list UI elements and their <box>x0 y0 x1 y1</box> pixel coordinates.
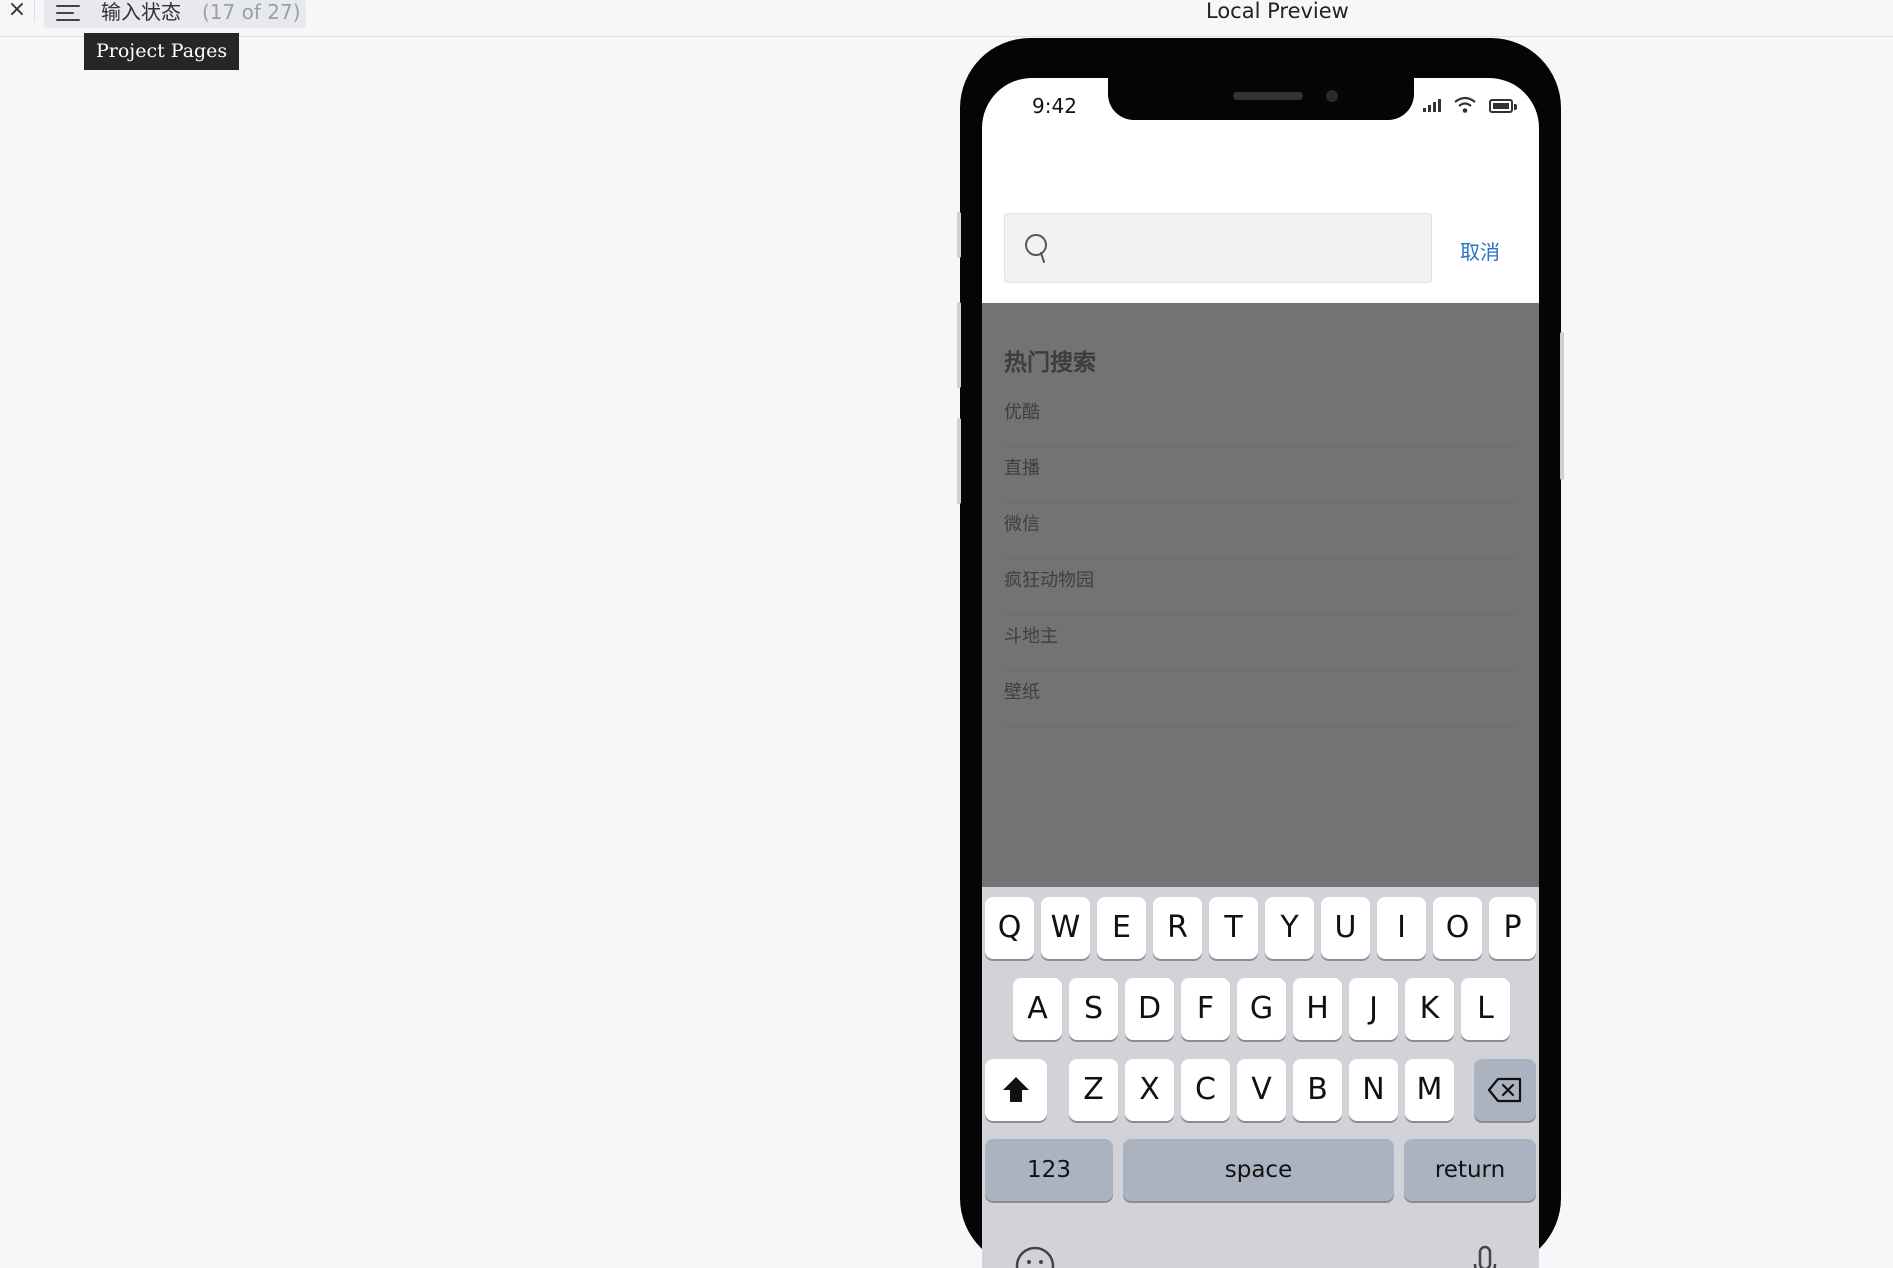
key-s[interactable]: S <box>1069 978 1118 1040</box>
key-g[interactable]: G <box>1237 978 1286 1040</box>
key-v[interactable]: V <box>1237 1059 1286 1121</box>
key-f[interactable]: F <box>1181 978 1230 1040</box>
key-b[interactable]: B <box>1293 1059 1342 1121</box>
mute-switch <box>957 212 961 258</box>
key-p[interactable]: P <box>1489 897 1536 959</box>
key-n[interactable]: N <box>1349 1059 1398 1121</box>
cancel-button[interactable]: 取消 <box>1460 236 1500 265</box>
backspace-key[interactable] <box>1474 1059 1536 1121</box>
hot-search-item[interactable]: 直播 <box>1004 447 1517 503</box>
shift-icon <box>1003 1077 1029 1102</box>
volume-up-button <box>957 302 961 388</box>
phone-frame: 9:42 取消 热门搜索 优酷 直播 微信 疯狂动物园 斗地主 壁纸 Q W E… <box>957 38 1564 1268</box>
key-d[interactable]: D <box>1125 978 1174 1040</box>
key-m[interactable]: M <box>1405 1059 1454 1121</box>
key-a[interactable]: A <box>1013 978 1062 1040</box>
signal-icon <box>1423 98 1443 112</box>
front-camera <box>1326 90 1338 102</box>
key-t[interactable]: T <box>1209 897 1258 959</box>
return-key[interactable]: return <box>1404 1139 1536 1201</box>
hot-search-item[interactable]: 壁纸 <box>1004 671 1517 727</box>
key-k[interactable]: K <box>1405 978 1454 1040</box>
speaker <box>1233 92 1303 100</box>
battery-icon <box>1489 99 1513 113</box>
menu-icon <box>56 5 80 23</box>
key-o[interactable]: O <box>1433 897 1482 959</box>
key-z[interactable]: Z <box>1069 1059 1118 1121</box>
microphone-icon[interactable] <box>1472 1244 1498 1268</box>
key-y[interactable]: Y <box>1265 897 1314 959</box>
space-key[interactable]: space <box>1123 1139 1394 1201</box>
power-button <box>1560 332 1564 480</box>
key-x[interactable]: X <box>1125 1059 1174 1121</box>
status-time: 9:42 <box>1032 94 1077 118</box>
preview-title: Local Preview <box>1206 0 1349 23</box>
shift-key[interactable] <box>985 1059 1047 1121</box>
key-h[interactable]: H <box>1293 978 1342 1040</box>
on-screen-keyboard: Q W E R T Y U I O P A S D F G H J K L Z … <box>982 887 1539 1268</box>
hot-search-title: 热门搜索 <box>1004 350 1096 376</box>
key-q[interactable]: Q <box>985 897 1034 959</box>
key-j[interactable]: J <box>1349 978 1398 1040</box>
key-e[interactable]: E <box>1097 897 1146 959</box>
search-bar[interactable] <box>1004 213 1432 284</box>
preview-toolbar: × 输入状态 (17 of 27) Local Preview <box>0 0 1893 37</box>
page-selector[interactable]: 输入状态 (17 of 27) <box>44 0 306 28</box>
key-w[interactable]: W <box>1041 897 1090 959</box>
key-i[interactable]: I <box>1377 897 1426 959</box>
battery-tip <box>1514 104 1517 110</box>
emoji-icon[interactable] <box>1014 1245 1056 1268</box>
volume-down-button <box>957 418 961 504</box>
key-l[interactable]: L <box>1461 978 1510 1040</box>
notch <box>1108 78 1414 120</box>
search-input[interactable] <box>1065 214 1419 284</box>
current-page-name: 输入状态 <box>101 0 181 24</box>
key-u[interactable]: U <box>1321 897 1370 959</box>
search-icon <box>1025 234 1047 263</box>
hot-search-list: 优酷 直播 微信 疯狂动物园 斗地主 壁纸 <box>1004 391 1517 727</box>
hot-search-item[interactable]: 优酷 <box>1004 391 1517 447</box>
page-counter: (17 of 27) <box>202 0 301 24</box>
numbers-key[interactable]: 123 <box>985 1139 1113 1201</box>
hot-search-item[interactable]: 斗地主 <box>1004 615 1517 671</box>
wifi-icon <box>1454 96 1476 113</box>
backspace-icon <box>1487 1077 1522 1103</box>
phone-screen: 9:42 取消 热门搜索 优酷 直播 微信 疯狂动物园 斗地主 壁纸 Q W E… <box>982 78 1539 1268</box>
hot-search-panel: 热门搜索 优酷 直播 微信 疯狂动物园 斗地主 壁纸 <box>982 303 1539 887</box>
key-c[interactable]: C <box>1181 1059 1230 1121</box>
status-icons <box>1419 96 1529 116</box>
key-r[interactable]: R <box>1153 897 1202 959</box>
close-button[interactable]: × <box>0 0 35 22</box>
project-pages-tooltip: Project Pages <box>84 33 240 70</box>
hot-search-item[interactable]: 微信 <box>1004 503 1517 559</box>
hot-search-item[interactable]: 疯狂动物园 <box>1004 559 1517 615</box>
